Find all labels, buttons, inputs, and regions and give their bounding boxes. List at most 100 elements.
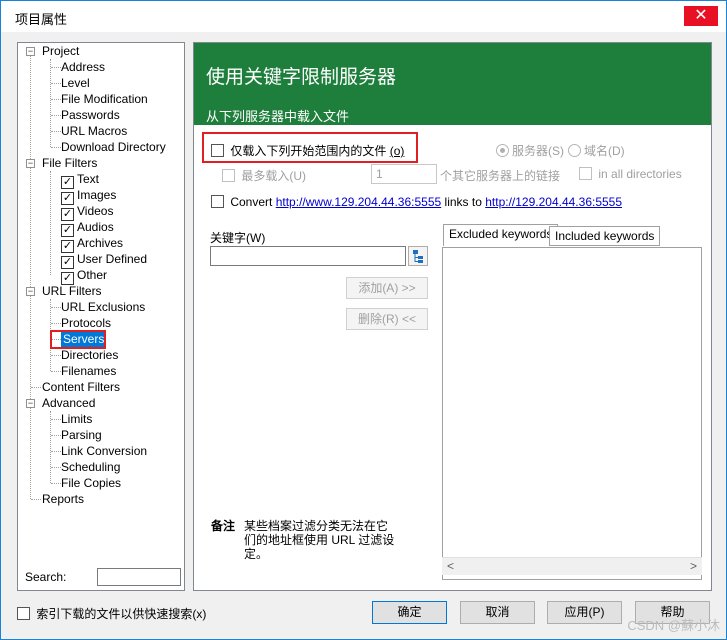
radio-icon[interactable] <box>568 144 581 157</box>
tree-item-project[interactable]: Project <box>42 43 79 59</box>
max-load-value: 1 <box>376 167 383 181</box>
scroll-left-icon[interactable]: < <box>447 559 454 573</box>
tree-line <box>51 371 61 372</box>
convert-from-link[interactable]: http://www.129.204.44.36:5555 <box>276 195 441 209</box>
max-load-label: 最多载入(U) <box>241 169 307 183</box>
max-load-spinner[interactable]: 1 <box>371 164 437 184</box>
tree-line <box>51 483 61 484</box>
convert-to-link[interactable]: http://129.204.44.36:5555 <box>485 195 622 209</box>
tree-item-images[interactable]: ✓ Images <box>61 187 117 205</box>
tree-item-level[interactable]: Level <box>61 75 90 91</box>
collapse-icon[interactable]: − <box>26 399 35 408</box>
radio-domain-label: 域名(D) <box>584 144 625 158</box>
tree-item-advanced[interactable]: Advanced <box>42 395 95 411</box>
tree-item-filenames[interactable]: Filenames <box>61 363 116 379</box>
tree-item-reports[interactable]: Reports <box>42 491 84 507</box>
tree-item-user-defined[interactable]: ✓ User Defined <box>61 251 148 269</box>
tree-item-passwords[interactable]: Passwords <box>61 107 120 123</box>
tree-item-address[interactable]: Address <box>61 59 105 75</box>
tree-line <box>50 171 51 275</box>
collapse-icon[interactable]: − <box>26 47 35 56</box>
convert-option[interactable]: Convert http://www.129.204.44.36:5555 li… <box>211 195 622 209</box>
tree-item-parsing[interactable]: Parsing <box>61 427 102 443</box>
apply-button[interactable]: 应用(P) <box>547 601 622 624</box>
tree-line <box>30 56 31 499</box>
project-properties-dialog: 项目属性 ✕ − Project Address Level File Modi… <box>0 0 727 640</box>
tab-included-keywords[interactable]: Included keywords <box>549 226 661 246</box>
tree-picker-icon[interactable] <box>408 246 428 266</box>
tree-item-label: User Defined <box>77 252 148 266</box>
in-all-directories-option[interactable]: in all directories <box>579 167 682 181</box>
horizontal-scrollbar[interactable]: < > <box>442 557 702 575</box>
tree-item-content-filters[interactable]: Content Filters <box>42 379 120 395</box>
close-button[interactable]: ✕ <box>684 6 718 26</box>
in-all-directories-checkbox[interactable] <box>579 167 592 180</box>
ok-button[interactable]: 确定 <box>372 601 447 624</box>
tree-line <box>31 499 41 500</box>
page-title: 使用关键字限制服务器 <box>206 67 397 88</box>
search-input[interactable] <box>97 568 181 586</box>
index-files-label: 索引下载的文件以供快速搜索(x) <box>36 607 207 621</box>
tree-item-url-exclusions[interactable]: URL Exclusions <box>61 299 145 315</box>
tree-item-file-copies[interactable]: File Copies <box>61 475 121 491</box>
index-files-option[interactable]: 索引下载的文件以供快速搜索(x) <box>17 605 206 622</box>
add-button[interactable]: 添加(A) >> <box>346 277 428 299</box>
tree-line <box>51 131 61 132</box>
tree-item-text[interactable]: ✓ Text <box>61 171 100 189</box>
tab-excluded-keywords[interactable]: Excluded keywords <box>443 224 559 246</box>
tree-item-protocols[interactable]: Protocols <box>61 315 111 331</box>
tree-line <box>51 67 61 68</box>
radio-domain[interactable]: 域名(D) <box>568 142 625 159</box>
tree-line <box>50 411 51 483</box>
collapse-icon[interactable]: − <box>26 159 35 168</box>
tree-item-audios[interactable]: ✓ Audios <box>61 219 114 237</box>
max-load-checkbox[interactable] <box>222 169 235 182</box>
tree-item-file-filters[interactable]: File Filters <box>42 155 97 171</box>
radio-server[interactable]: 服务器(S) <box>496 142 564 159</box>
tree-item-limits[interactable]: Limits <box>61 411 92 427</box>
tree-item-videos[interactable]: ✓ Videos <box>61 203 114 221</box>
convert-checkbox[interactable] <box>211 195 224 208</box>
servers-panel: 使用关键字限制服务器 从下列服务器中载入文件 仅载入下列开始范围内的文件 (o)… <box>193 42 712 591</box>
tree-item-label: Archives <box>77 236 124 250</box>
settings-tree: − Project Address Level File Modificatio… <box>17 42 185 591</box>
index-files-checkbox[interactable] <box>17 607 30 620</box>
tree-line <box>50 59 51 147</box>
remove-button[interactable]: 删除(R) << <box>346 308 428 330</box>
tree-line <box>51 451 61 452</box>
note-label: 备注 <box>211 519 236 533</box>
max-load-option[interactable]: 最多载入(U) <box>222 167 306 184</box>
tree-line <box>51 435 61 436</box>
other-servers-label: 个其它服务器上的链接 <box>440 169 561 183</box>
tree-line <box>51 323 61 324</box>
tree-line <box>51 115 61 116</box>
tree-item-file-modification[interactable]: File Modification <box>61 91 148 107</box>
watermark: CSDN @蘇小沐 <box>627 618 720 633</box>
tree-item-link-conversion[interactable]: Link Conversion <box>61 443 147 459</box>
tree-line <box>51 467 61 468</box>
tree-item-other[interactable]: ✓ Other <box>61 267 108 285</box>
tree-line <box>51 307 61 308</box>
tree-item-url-macros[interactable]: URL Macros <box>61 123 127 139</box>
radio-selected-icon[interactable] <box>496 144 509 157</box>
tree-item-scheduling[interactable]: Scheduling <box>61 459 120 475</box>
keyword-input[interactable] <box>210 246 406 266</box>
keywords-list[interactable] <box>442 247 702 580</box>
tree-item-label: Text <box>77 172 100 186</box>
tree-item-url-filters[interactable]: URL Filters <box>42 283 102 299</box>
tree-item-label: Videos <box>77 204 114 218</box>
convert-middle-label: links to <box>444 195 482 209</box>
panel-header: 使用关键字限制服务器 从下列服务器中载入文件 <box>194 43 711 125</box>
collapse-icon[interactable]: − <box>26 287 35 296</box>
tree-item-directories[interactable]: Directories <box>61 347 118 363</box>
tree-line <box>51 99 61 100</box>
scroll-right-icon[interactable]: > <box>690 559 697 573</box>
tree-item-download-directory[interactable]: Download Directory <box>61 139 166 155</box>
tree-line <box>51 355 61 356</box>
cancel-button[interactable]: 取消 <box>460 601 535 624</box>
keyword-label: 关键字(W) <box>210 231 266 245</box>
tree-item-label: Images <box>77 188 117 202</box>
tree-item-label: Other <box>77 268 108 282</box>
title-bar: 项目属性 ✕ <box>1 1 726 32</box>
tree-item-archives[interactable]: ✓ Archives <box>61 235 124 253</box>
